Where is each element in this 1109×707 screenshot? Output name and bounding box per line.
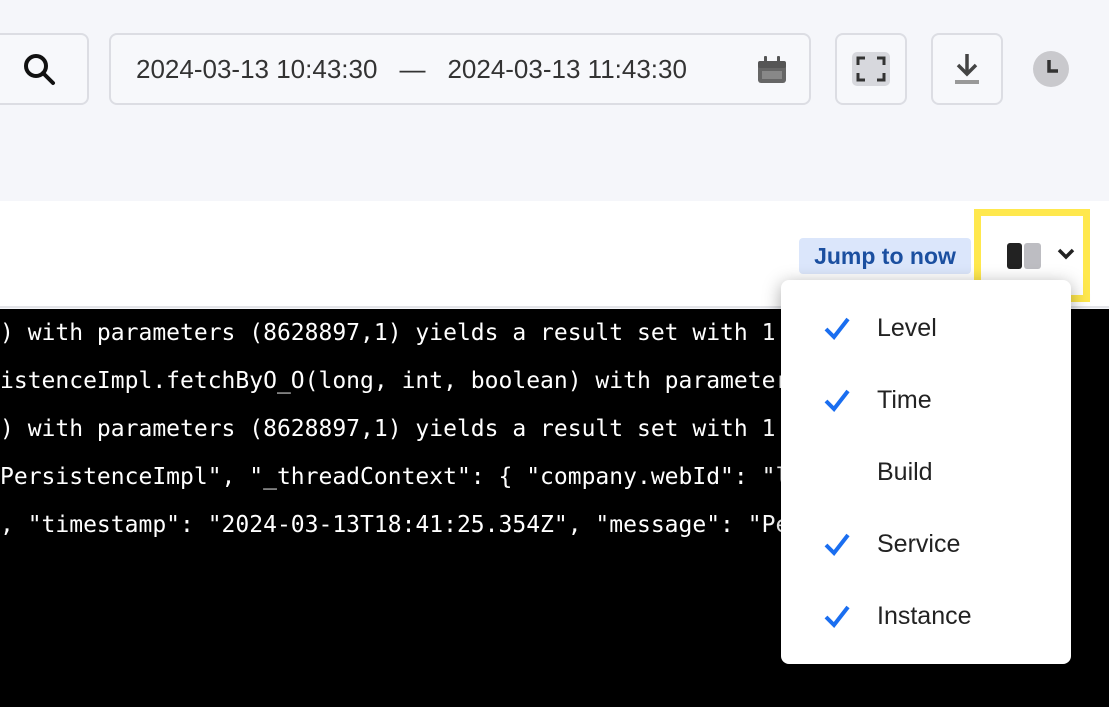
jump-to-now-button[interactable]: Jump to now xyxy=(799,238,971,274)
start-date: 2024-03-13 10:43:30 xyxy=(136,53,378,84)
log-line: ) with parameters (8628897,1) yields a r… xyxy=(0,416,845,442)
date-separator: — xyxy=(399,53,426,84)
fullscreen-icon xyxy=(852,52,890,86)
fullscreen-button[interactable] xyxy=(835,33,907,105)
menu-item-label: Time xyxy=(877,385,932,414)
columns-icon xyxy=(1007,243,1041,269)
check-icon xyxy=(824,533,850,557)
top-toolbar: 2024-03-13 10:43:30 — 2024-03-13 11:43:3… xyxy=(0,0,1109,201)
menu-item-service[interactable]: Service xyxy=(781,516,1071,572)
search-button[interactable] xyxy=(0,33,89,105)
download-button[interactable] xyxy=(931,33,1003,105)
end-date: 2024-03-13 11:43:30 xyxy=(447,53,687,84)
log-line: , "timestamp": "2024-03-13T18:41:25.354Z… xyxy=(0,512,914,538)
check-icon xyxy=(824,605,850,629)
menu-item-label: Instance xyxy=(877,601,972,630)
columns-menu: Level Time Build Service Instance xyxy=(781,280,1071,664)
calendar-icon[interactable] xyxy=(757,56,787,84)
menu-item-build[interactable]: Build xyxy=(781,444,1071,500)
menu-item-label: Service xyxy=(877,529,961,558)
menu-item-label: Level xyxy=(877,313,937,342)
menu-item-label: Build xyxy=(877,457,933,486)
menu-item-level[interactable]: Level xyxy=(781,300,1071,356)
check-icon xyxy=(824,317,850,341)
menu-item-instance[interactable]: Instance xyxy=(781,588,1071,644)
chevron-down-icon xyxy=(1057,248,1075,260)
clock-icon[interactable] xyxy=(1032,50,1070,88)
log-line: ) with parameters (8628897,1) yields a r… xyxy=(0,320,845,346)
date-range-picker[interactable]: 2024-03-13 10:43:30 — 2024-03-13 11:43:3… xyxy=(109,33,811,105)
search-icon xyxy=(24,54,55,85)
check-icon xyxy=(824,389,850,413)
menu-item-time[interactable]: Time xyxy=(781,372,1071,428)
download-icon xyxy=(955,54,979,84)
